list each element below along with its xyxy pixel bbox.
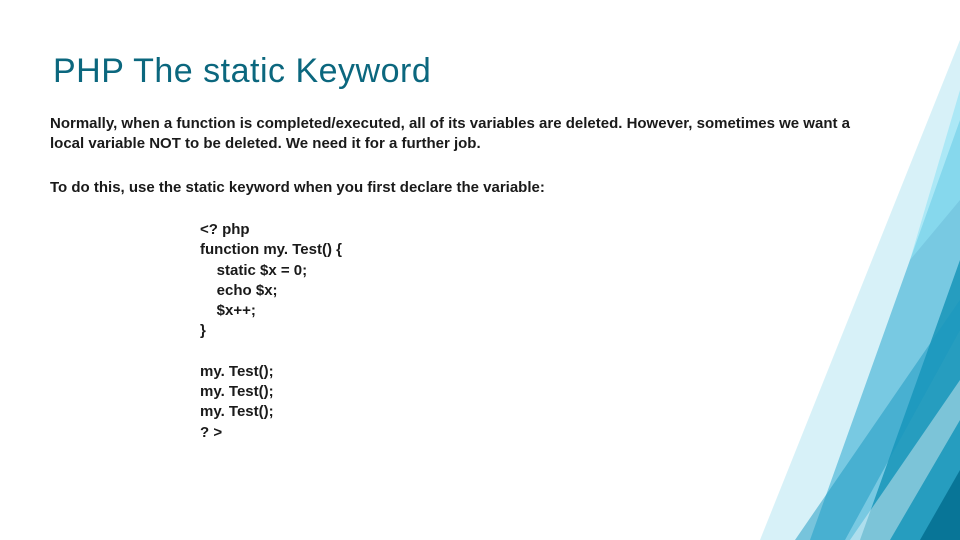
- slide-title: PHP The static Keyword: [53, 52, 431, 91]
- slide: PHP The static Keyword Normally, when a …: [0, 0, 960, 540]
- paragraph-instruction: To do this, use the static keyword when …: [50, 178, 880, 198]
- paragraph-intro: Normally, when a function is completed/e…: [50, 114, 880, 153]
- decorative-triangles-icon: [700, 0, 960, 540]
- code-block: <? php function my. Test() { static $x =…: [200, 220, 342, 443]
